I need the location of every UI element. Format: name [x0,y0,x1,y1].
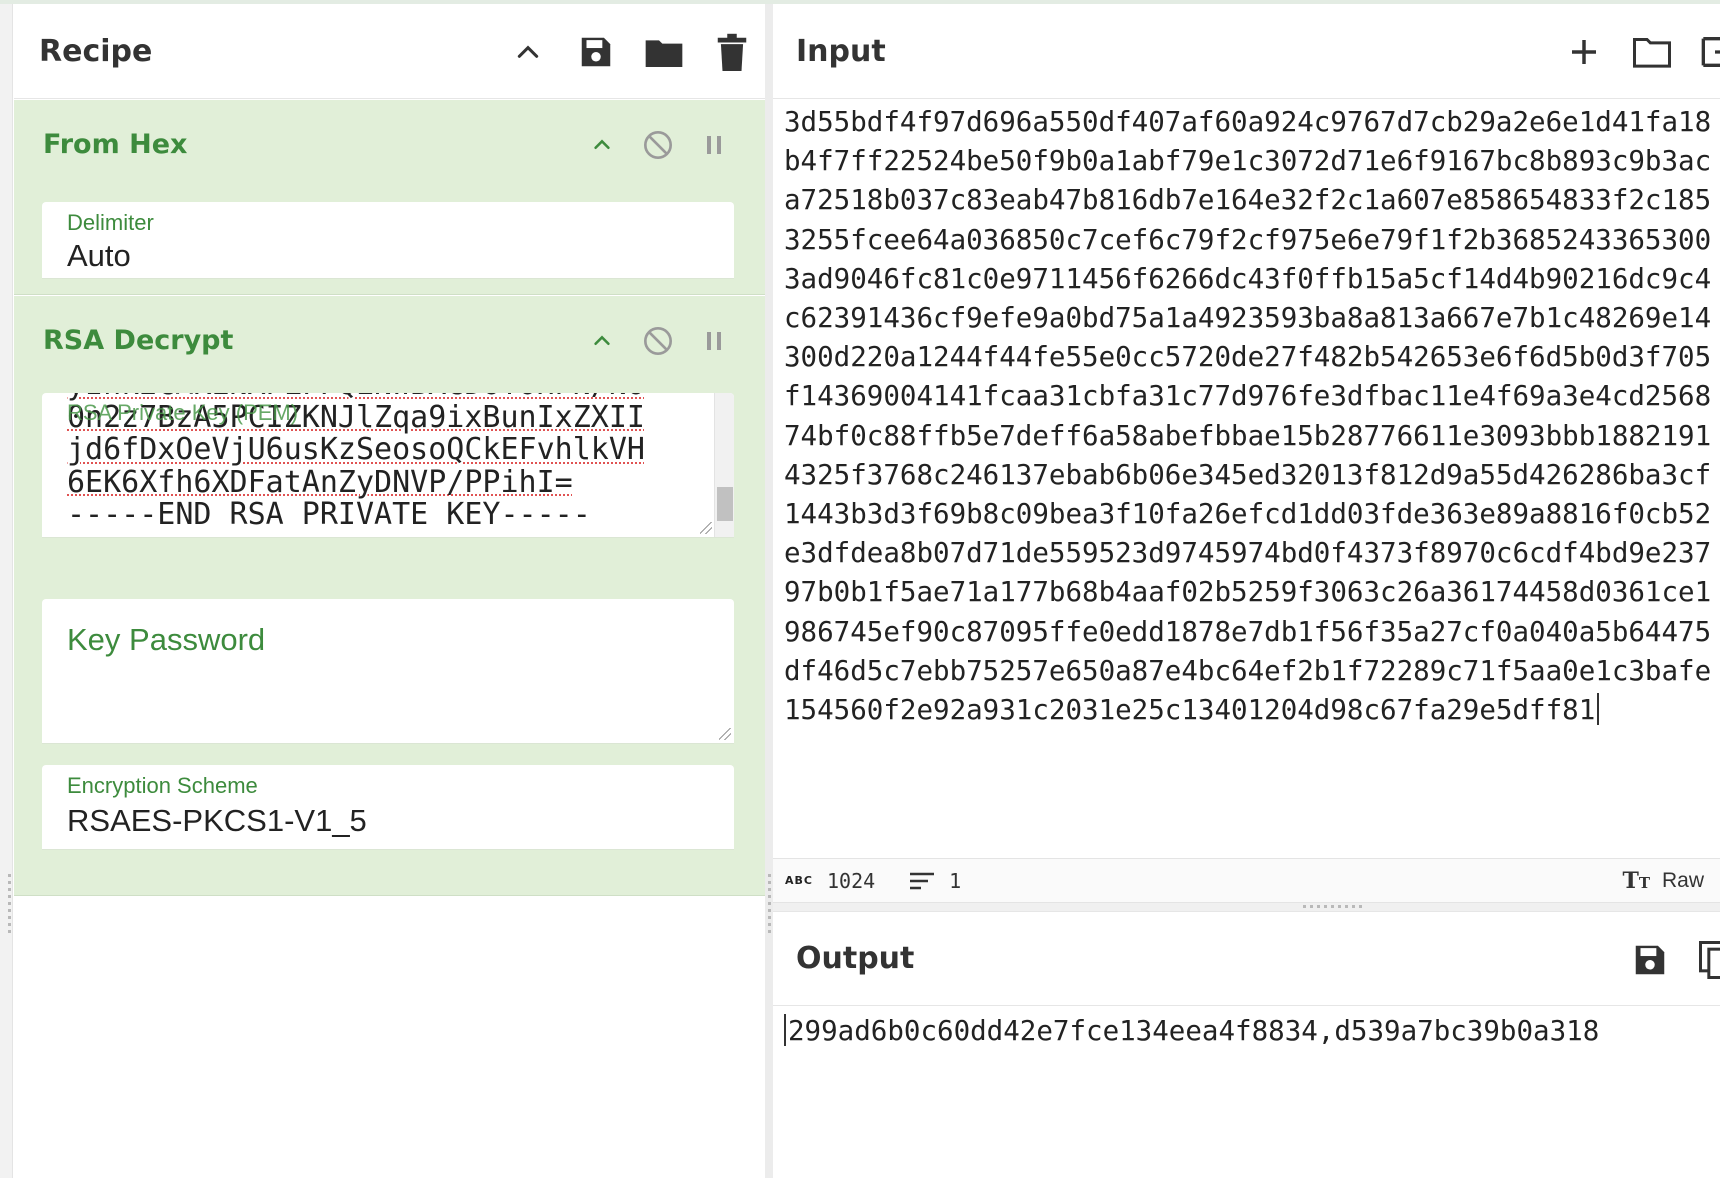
chevron-up-icon[interactable] [584,127,620,163]
left-gutter [0,4,13,1178]
recipe-title: Recipe [39,33,153,69]
disable-icon[interactable] [640,323,676,359]
pane-divider[interactable] [765,4,773,1178]
recipe-pane: Recipe From Hex Delimiter Auto RSA Decry… [0,4,772,1178]
line-count-value: 1 [949,868,962,893]
disable-icon[interactable] [640,127,676,163]
input-title: Input [796,33,886,69]
gutter-grip[interactable] [8,874,11,936]
output-title: Output [796,941,915,976]
save-icon[interactable] [576,32,616,72]
operation-rsa-decrypt: RSA Decrypt yIhk2CAKENXPLFPQENWBXCDOYOHP… [14,296,772,896]
output-header: Output [773,911,1720,1006]
text-caret [1597,693,1600,726]
operation-title: From Hex [43,129,188,160]
trash-icon[interactable] [712,32,752,72]
text-format-icon: TT [1622,867,1650,894]
plus-icon[interactable] [1564,32,1604,72]
textarea-scrollbar[interactable] [714,393,734,537]
char-count-value: 1024 [826,868,876,893]
operation-title: RSA Decrypt [43,325,234,356]
io-splitter[interactable] [773,903,1720,911]
pause-icon[interactable] [696,323,732,359]
format-toggle[interactable]: TT Raw [1622,868,1704,894]
text-caret [784,1014,786,1046]
operation-controls [564,296,732,386]
encryption-scheme-label: Encryption Scheme [67,773,258,798]
key-password-label: Key Password [67,622,266,657]
io-pane: Input 3d55bdf4f97d696a550df407af60a924c9… [773,4,1720,1178]
chevron-up-icon[interactable] [508,32,548,72]
resize-handle[interactable] [700,522,712,534]
input-textarea[interactable]: 3d55bdf4f97d696a550df407af60a924c9767d7c… [784,103,1720,743]
operation-from-hex: From Hex Delimiter Auto [14,100,772,295]
recipe-header-icons [480,4,752,99]
encryption-scheme-value: RSAES-PKCS1-V1_5 [67,803,367,838]
output-value: 299ad6b0c60dd42e7fce134eea4f8834,d539a7b… [788,1015,1600,1047]
divider-grip[interactable] [768,874,771,936]
operation-controls [564,100,732,190]
encryption-scheme-select[interactable]: Encryption Scheme RSAES-PKCS1-V1_5 [42,765,734,850]
operation-header: RSA Decrypt [14,296,772,386]
copy-icon[interactable] [1698,940,1720,980]
delimiter-value: Auto [67,238,131,273]
output-header-icons [1602,912,1720,1007]
input-status-bar: ABC 1024 1 TT Raw [773,858,1720,903]
folder-icon[interactable] [644,32,684,72]
abc-icon: ABC [785,874,813,887]
scrollbar-thumb[interactable] [717,487,733,521]
resize-handle[interactable] [719,728,731,740]
operation-header: From Hex [14,100,772,190]
delimiter-field[interactable]: Delimiter Auto [42,202,734,279]
rsa-private-key-label: RSA Private Key (PEM) [67,400,299,425]
delimiter-label: Delimiter [67,210,154,235]
rsa-private-key-textarea[interactable]: yIhk2CAKENXPLFPQENWBXCDOYOHPN/NO 0n2z7Bz… [42,393,734,538]
input-to-output-icon[interactable] [1700,32,1720,72]
input-header-icons [1536,4,1720,99]
format-label: Raw [1661,868,1704,892]
recipe-header: Recipe [14,4,772,99]
folder-icon[interactable] [1632,32,1672,72]
line-count: 1 [909,869,961,893]
lines-icon [909,871,935,891]
input-header: Input [773,4,1720,99]
key-password-field[interactable]: Key Password [42,599,734,744]
chevron-up-icon[interactable] [584,323,620,359]
pause-icon[interactable] [696,127,732,163]
splitter-grip[interactable] [1303,905,1365,908]
save-icon[interactable] [1630,940,1670,980]
char-count: ABC 1024 [773,869,875,893]
output-textarea[interactable]: 299ad6b0c60dd42e7fce134eea4f8834,d539a7b… [784,1014,1599,1047]
